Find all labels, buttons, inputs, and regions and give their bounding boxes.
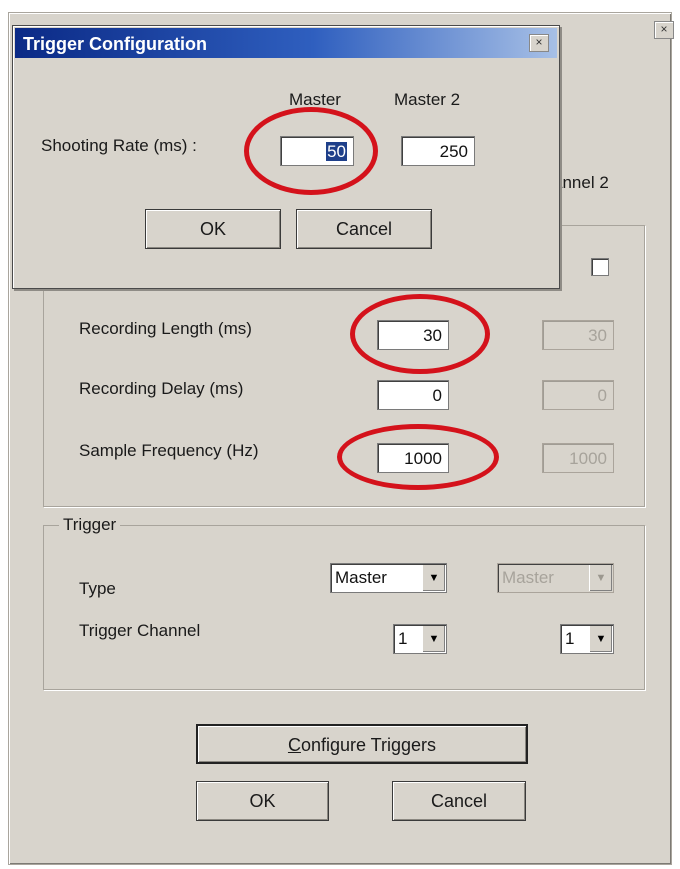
- sample-frequency-label: Sample Frequency (Hz): [79, 441, 259, 460]
- shooting-rate-master2-field[interactable]: 250: [401, 136, 475, 166]
- close-icon: ×: [535, 35, 543, 49]
- dropdown-arrow-icon[interactable]: ▼: [589, 626, 612, 652]
- type-ch2-value: Master: [502, 568, 554, 587]
- type-ch1-select[interactable]: Master ▼: [330, 563, 447, 593]
- trigger-channel-ch2-select[interactable]: 1 ▼: [560, 624, 614, 654]
- trigger-channel-ch2-value: 1: [565, 629, 575, 648]
- close-icon: ×: [660, 22, 668, 36]
- configure-triggers-button[interactable]: Configure Triggers: [196, 724, 528, 764]
- configure-triggers-accel: C: [287, 735, 301, 755]
- recording-delay-ch2-field: 0: [542, 380, 614, 410]
- channel-2-enable-checkbox[interactable]: [591, 258, 609, 276]
- dropdown-arrow-icon: ▼: [589, 565, 612, 591]
- trigger-group: [43, 525, 645, 690]
- channel-2-header: annel 2: [553, 173, 609, 192]
- trigger-group-title: Trigger: [59, 515, 121, 535]
- dialog-close-button[interactable]: ×: [529, 34, 549, 52]
- dialog-titlebar: Trigger Configuration ×: [15, 28, 557, 58]
- highlight-ring-shooting-rate: [244, 107, 378, 195]
- main-ok-button[interactable]: OK: [196, 781, 329, 821]
- sample-frequency-ch2-field: 1000: [542, 443, 614, 473]
- recording-length-label: Recording Length (ms): [79, 319, 252, 338]
- configure-triggers-label: onfigure Triggers: [300, 735, 437, 755]
- recording-delay-label: Recording Delay (ms): [79, 379, 244, 398]
- recording-length-ch2-field: 30: [542, 320, 614, 350]
- main-close-button[interactable]: ×: [654, 21, 674, 39]
- type-ch2-select: Master ▼: [497, 563, 614, 593]
- dialog-cancel-button[interactable]: Cancel: [296, 209, 432, 249]
- dropdown-arrow-icon[interactable]: ▼: [422, 626, 445, 652]
- trigger-channel-ch1-select[interactable]: 1 ▼: [393, 624, 447, 654]
- main-cancel-button[interactable]: Cancel: [392, 781, 526, 821]
- highlight-ring-sample-frequency: [337, 424, 499, 490]
- dropdown-arrow-icon[interactable]: ▼: [422, 565, 445, 591]
- shooting-rate-label: Shooting Rate (ms) :: [41, 136, 197, 155]
- type-label: Type: [79, 579, 116, 598]
- trigger-channel-ch1-value: 1: [398, 629, 408, 648]
- type-ch1-value: Master: [335, 568, 387, 587]
- column-header-master-2: Master 2: [394, 90, 461, 109]
- dialog-ok-button[interactable]: OK: [145, 209, 281, 249]
- trigger-configuration-dialog: Trigger Configuration × Master Master 2 …: [12, 25, 560, 289]
- highlight-ring-recording-length: [350, 294, 490, 374]
- trigger-channel-label: Trigger Channel: [79, 621, 201, 640]
- dialog-title: Trigger Configuration: [23, 34, 207, 54]
- recording-delay-ch1-field[interactable]: 0: [377, 380, 449, 410]
